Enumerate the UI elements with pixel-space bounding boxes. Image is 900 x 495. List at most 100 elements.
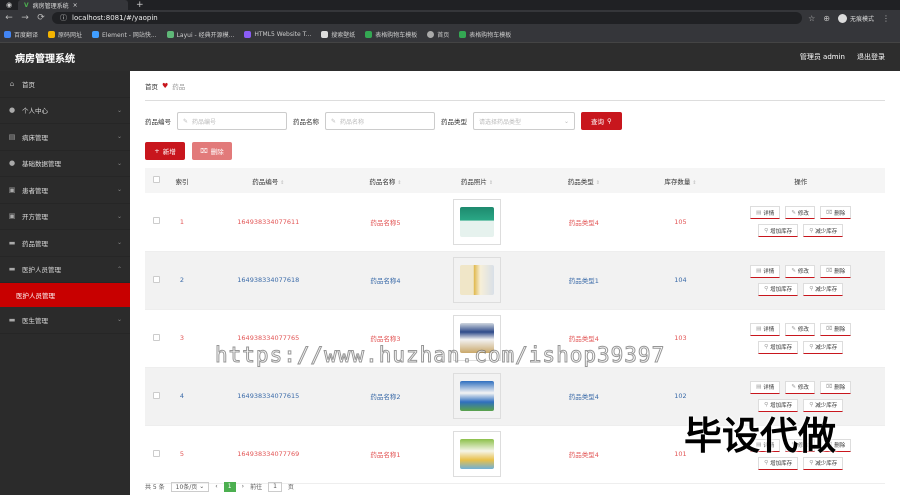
search-button[interactable]: 查询 ⚲ (581, 112, 622, 130)
browser-tab[interactable]: V 病房管理系统 × (18, 0, 128, 10)
star-icon[interactable]: ☆ (808, 14, 815, 23)
sidebar-item-profile[interactable]: ● 个人中心 ⌄ (0, 98, 130, 124)
edit-button[interactable]: ✎ 修改 (785, 264, 815, 278)
close-tab-icon[interactable]: × (73, 2, 78, 9)
type-label: 药品类型 (441, 118, 467, 126)
edit-button[interactable]: ✎ 修改 (785, 380, 815, 394)
type-placeholder: 请选择药品类型 (479, 118, 522, 126)
add-stock-button[interactable]: ⚲ 增加库存 (758, 224, 799, 238)
reduce-stock-button[interactable]: ⚲ 减少库存 (803, 282, 844, 296)
reduce-stock-button[interactable]: ⚲ 减少库存 (803, 340, 844, 354)
reduce-stock-button[interactable]: ⚲ 减少库存 (803, 456, 844, 470)
avatar (837, 13, 847, 23)
page-number[interactable]: 1 (223, 481, 236, 492)
edit-button[interactable]: ✎ 修改 (785, 206, 815, 220)
menu-icon[interactable]: ⋮ (882, 14, 890, 23)
edit-button[interactable]: ✎ 修改 (785, 322, 815, 336)
sidebar-subitem-staff[interactable]: 医护人员管理 (0, 283, 130, 307)
jump-input[interactable]: 1 (268, 481, 282, 492)
reduce-stock-button[interactable]: ⚲ 减少库存 (803, 224, 844, 238)
column-header[interactable]: 药品照片 ⇕ (431, 168, 524, 193)
bookmark-item[interactable]: HTML5 Website T... (244, 30, 311, 38)
forward-icon[interactable]: → (20, 13, 30, 23)
column-header[interactable]: 库存数量 ⇕ (644, 168, 716, 193)
code-input[interactable]: ✎ 药品编号 (177, 112, 287, 130)
detail-button[interactable]: ▤ 详情 (750, 380, 781, 394)
edit-button[interactable]: ✎ 修改 (785, 438, 815, 452)
sort-icon[interactable]: ⇕ (489, 180, 493, 186)
breadcrumb-home[interactable]: 首页 (145, 81, 158, 91)
add-stock-button[interactable]: ⚲ 增加库存 (758, 282, 799, 296)
reload-icon[interactable]: ⟳ (36, 13, 46, 23)
sidebar-item-home[interactable]: ⌂ 首页 (0, 71, 130, 98)
delete-row-button[interactable]: ⌧ 删除 (819, 380, 852, 394)
row-checkbox[interactable] (152, 449, 160, 457)
sidebar-item-label: 基础数据管理 (22, 160, 61, 169)
sidebar-item-base-data[interactable]: ● 基础数据管理 ⌄ (0, 151, 130, 177)
new-tab-icon[interactable]: + (136, 0, 144, 10)
bookmark-item[interactable]: Element - 网站快... (92, 30, 157, 39)
row-checkbox[interactable] (152, 217, 160, 225)
detail-button[interactable]: ▤ 详情 (750, 438, 781, 452)
bookmark-item[interactable]: 首页 (427, 30, 449, 39)
column-header[interactable]: 药品类型 ⇕ (523, 168, 644, 193)
delete-row-button[interactable]: ⌧ 删除 (819, 264, 852, 278)
bookmark-icon (321, 30, 329, 38)
tab-search-icon[interactable]: ◉ (4, 1, 14, 9)
row-checkbox[interactable] (152, 333, 160, 341)
delete-button[interactable]: ⌧ 删除 (192, 142, 232, 160)
detail-button[interactable]: ▤ 详情 (750, 206, 781, 220)
medicine-photo (452, 315, 501, 361)
bookmark-item[interactable]: 原码网址 (48, 30, 82, 39)
add-stock-button[interactable]: ⚲ 增加库存 (758, 340, 799, 354)
bookmark-item[interactable]: 表格购物车模板 (459, 30, 511, 39)
delete-row-button[interactable]: ⌧ 删除 (819, 322, 852, 336)
next-page-icon[interactable]: › (242, 483, 244, 490)
reduce-stock-button[interactable]: ⚲ 减少库存 (803, 398, 844, 412)
select-all-checkbox[interactable] (145, 168, 168, 193)
page-size-select[interactable]: 10条/页 ⌄ (170, 481, 210, 492)
back-icon[interactable]: ← (4, 13, 14, 23)
column-header: 操作 (794, 177, 808, 186)
sidebar-item-patients[interactable]: ▣ 患者管理 ⌄ (0, 177, 130, 204)
sort-icon[interactable]: ⇕ (692, 180, 696, 186)
logout-link[interactable]: 退出登录 (857, 52, 885, 62)
sidebar-item-medicine[interactable]: ▬ 药品管理 ⌄ (0, 230, 130, 257)
profile-button[interactable]: 无痕模式 (837, 13, 874, 23)
add-button[interactable]: + 新增 (145, 142, 185, 160)
detail-button[interactable]: ▤ 详情 (750, 264, 781, 278)
column-header[interactable]: 药品编号 ⇕ (196, 168, 340, 193)
prescription-icon: ▣ (8, 212, 16, 221)
sidebar-item-prescriptions[interactable]: ▣ 开方管理 ⌄ (0, 204, 130, 230)
bookmark-item[interactable]: 表格购物车模板 (365, 30, 417, 39)
prev-page-icon[interactable]: ‹ (215, 483, 217, 490)
browser-tab-strip: ◉ V 病房管理系统 × + (0, 0, 900, 10)
pin-icon: ⚲ (764, 344, 769, 350)
delete-row-button[interactable]: ⌧ 删除 (819, 438, 852, 452)
delete-row-button[interactable]: ⌧ 删除 (819, 206, 852, 220)
bookmark-item[interactable]: Layui - 经典开源模... (166, 30, 234, 39)
sort-icon[interactable]: ⇕ (280, 180, 284, 186)
type-select[interactable]: 请选择药品类型 ⌄ (473, 112, 575, 130)
address-bar[interactable]: ⓘ localhost:8081/#/yaopin (52, 12, 803, 24)
column-header[interactable]: 药品名称 ⇕ (340, 168, 430, 193)
bookmark-item[interactable]: 搜索壁纸 (321, 30, 355, 39)
extension-icon[interactable]: ⊕ (823, 14, 830, 23)
row-checkbox[interactable] (152, 391, 160, 399)
info-icon[interactable]: ⓘ (60, 13, 67, 23)
sidebar-item-doctors[interactable]: ▬ 医生管理 ⌄ (0, 307, 130, 334)
bookmark-item[interactable]: 百度翻译 (4, 30, 38, 39)
sidebar-item-label: 药品管理 (22, 239, 48, 248)
row-checkbox[interactable] (152, 275, 160, 283)
pin-icon: ⚲ (809, 286, 814, 292)
chevron-down-icon: ⌄ (116, 106, 122, 114)
sort-icon[interactable]: ⇕ (596, 180, 600, 186)
add-stock-button[interactable]: ⚲ 增加库存 (758, 398, 799, 412)
name-input[interactable]: ✎ 药品名称 (325, 112, 435, 130)
detail-button[interactable]: ▤ 详情 (750, 322, 781, 336)
sort-icon[interactable]: ⇕ (397, 180, 401, 186)
add-stock-button[interactable]: ⚲ 增加库存 (758, 456, 799, 470)
row-name: 药品名称2 (370, 393, 401, 401)
sidebar-item-staff[interactable]: ▬ 医护人员管理 ⌃ (0, 257, 130, 283)
sidebar-item-beds[interactable]: ▤ 病床管理 ⌄ (0, 124, 130, 151)
